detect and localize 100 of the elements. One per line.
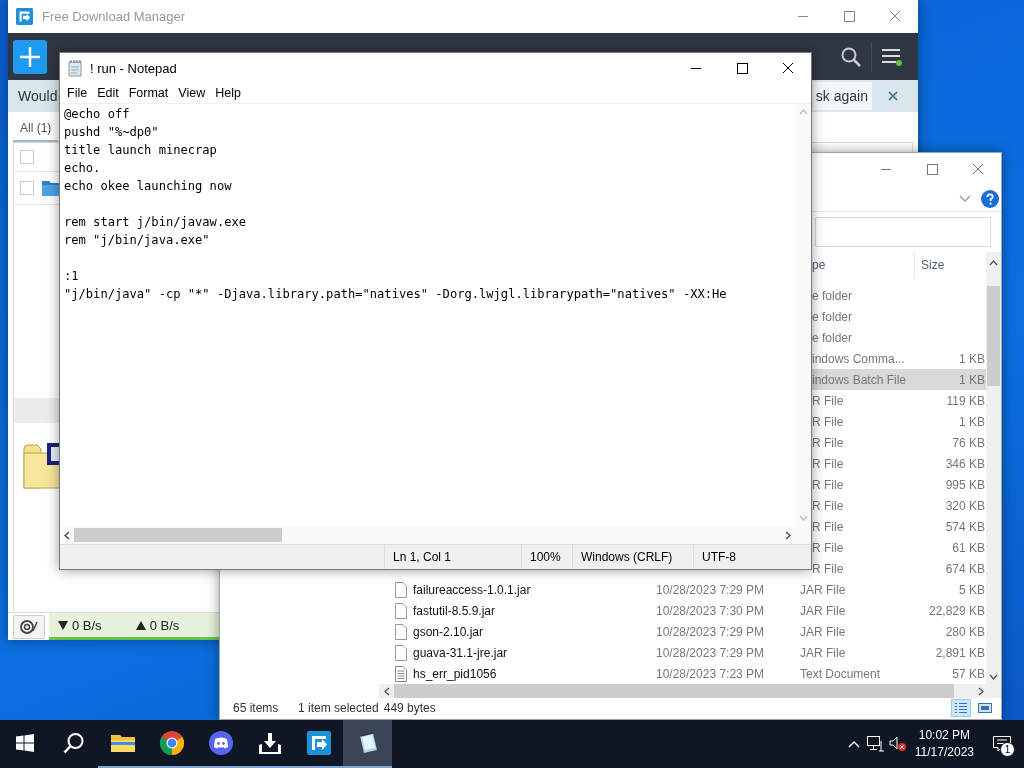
file-icon — [395, 644, 407, 661]
file-type: JAR File — [800, 624, 846, 639]
search-icon[interactable] — [62, 732, 85, 754]
file-type: R File — [812, 414, 844, 429]
scroll-left-icon[interactable] — [384, 686, 390, 696]
vertical-scrollbar[interactable] — [986, 252, 1001, 684]
file-row[interactable]: gson-2.10.jar 10/28/2023 7:29 PM JAR File 280 KB — [379, 621, 986, 642]
menu-item[interactable]: Format — [123, 86, 174, 100]
checkbox[interactable] — [20, 150, 34, 164]
file-size: 1 KB — [959, 351, 985, 366]
file-name: guava-31.1-jre.jar — [413, 645, 508, 660]
app-logo-icon — [16, 8, 33, 25]
file-row[interactable]: hs_err_pid1056 10/28/2023 7:23 PM Text Document 57 KB — [379, 663, 986, 684]
file-size: 22,829 KB — [928, 603, 985, 618]
column-header[interactable]: pe — [812, 258, 826, 272]
file-size: 346 KB — [945, 456, 985, 471]
file-row[interactable]: R File 119 KB — [811, 390, 986, 411]
checkbox[interactable] — [20, 181, 34, 195]
file-type: e folder — [812, 330, 853, 345]
menu-item[interactable]: Edit — [92, 86, 124, 100]
scrollbar-thumb[interactable] — [987, 286, 1000, 386]
file-row[interactable]: failureaccess-1.0.1.jar 10/28/2023 7:29 PM JAR File 5 KB — [379, 579, 986, 600]
status-text: 100% — [530, 550, 561, 564]
selection-size: 449 bytes — [383, 701, 436, 715]
file-type: JAR File — [800, 603, 846, 618]
help-icon[interactable] — [981, 189, 999, 208]
network-icon[interactable] — [866, 736, 885, 752]
download-arrow-icon — [58, 620, 68, 630]
taskbar-app-button[interactable] — [343, 720, 392, 768]
notification-count: 1 — [1000, 742, 1015, 757]
file-name: failureaccess-1.0.1.jar — [413, 582, 531, 597]
file-icon — [395, 623, 407, 640]
menu-item[interactable]: File — [62, 86, 93, 100]
menu-item[interactable]: Help — [210, 86, 246, 100]
start-icon[interactable] — [15, 734, 34, 752]
file-type: R File — [812, 519, 844, 534]
horizontal-scrollbar[interactable] — [379, 684, 1001, 698]
scroll-right-icon[interactable] — [785, 530, 791, 540]
maximize-icon[interactable] — [736, 62, 748, 74]
file-type: R File — [812, 561, 844, 576]
clock-time: 10:02 PM — [918, 727, 971, 744]
menu-item[interactable]: View — [173, 86, 211, 100]
text-editor[interactable]: @echo off pushd "%~dp0" title launch minecrap echo. echo okee launching now rem start j/bin/javaw.exe rem "j/bin/java.exe" :1 "j/bin/java" -cp "*" -Djava.library.path="natives" -Dorg.lwjgl.librarypath="natives" -XX:He — [60, 104, 795, 526]
file-row[interactable]: R File 346 KB — [811, 453, 986, 474]
file-row[interactable]: indows Comma... 1 KB — [811, 348, 986, 369]
caret-up-icon[interactable] — [847, 740, 860, 748]
file-size: 1 KB — [959, 414, 985, 429]
file-row[interactable]: R File 1 KB — [811, 411, 986, 432]
file-type: JAR File — [800, 645, 846, 660]
banner-button[interactable]: sk again — [812, 82, 872, 110]
window-title: Free Download Manager — [42, 9, 186, 24]
chevron-down-icon[interactable] — [959, 194, 971, 203]
muted-speaker-icon[interactable] — [888, 736, 907, 752]
file-type: R File — [812, 456, 844, 471]
file-size: 995 KB — [945, 477, 985, 492]
file-size: 1 KB — [959, 372, 985, 387]
file-row[interactable]: R File 76 KB — [811, 432, 986, 453]
file-size: 119 KB — [946, 393, 985, 408]
scroll-up-icon[interactable] — [989, 260, 998, 266]
file-type: indows Batch File — [812, 372, 907, 387]
add-button[interactable] — [13, 39, 47, 74]
search-icon[interactable] — [841, 46, 861, 67]
status-text: UTF-8 — [702, 550, 736, 564]
file-row[interactable]: R File 674 KB — [811, 558, 986, 579]
app-logo-icon — [306, 731, 331, 755]
file-row[interactable]: e folder — [811, 327, 986, 348]
file-row[interactable]: R File 995 KB — [811, 474, 986, 495]
menu-icon[interactable] — [881, 46, 903, 67]
details-view-button[interactable] — [951, 699, 971, 717]
file-row[interactable]: R File 320 KB — [811, 495, 986, 516]
file-size: 574 KB — [945, 519, 985, 534]
file-row[interactable]: guava-31.1-jre.jar 10/28/2023 7:29 PM JAR File 2,891 KB — [379, 642, 986, 663]
speed-mode-button[interactable] — [13, 615, 45, 639]
file-icon — [395, 581, 407, 598]
file-row[interactable]: R File 61 KB — [811, 537, 986, 558]
status-text: Windows (CRLF) — [581, 550, 673, 564]
file-size: 280 KB — [945, 624, 985, 639]
file-row[interactable]: R File 574 KB — [811, 516, 986, 537]
file-row[interactable]: e folder — [811, 306, 986, 327]
file-size: 674 KB — [945, 561, 985, 576]
search-field[interactable] — [815, 217, 991, 247]
horizontal-scrollbar[interactable] — [60, 526, 811, 544]
snail-icon — [19, 619, 39, 635]
notification-icon[interactable] — [993, 736, 1011, 752]
file-size: 320 KB — [945, 498, 985, 513]
thumbnail-view-icon[interactable] — [978, 702, 992, 714]
scroll-left-icon[interactable] — [64, 530, 70, 540]
close-icon[interactable] — [782, 62, 794, 74]
file-row[interactable]: e folder — [811, 285, 986, 306]
file-name: fastutil-8.5.9.jar — [413, 603, 496, 618]
scroll-right-icon[interactable] — [978, 686, 984, 696]
file-type: e folder — [812, 288, 853, 303]
selection-count: 1 item selected — [298, 701, 379, 715]
clock[interactable]: 10:02 PM 11/17/2023 — [910, 727, 982, 761]
file-type: e folder — [812, 309, 853, 324]
item-count: 65 items — [233, 701, 280, 715]
file-row[interactable]: fastutil-8.5.9.jar 10/28/2023 7:30 PM JAR File 22,829 KB — [379, 600, 986, 621]
file-type: JAR File — [800, 582, 846, 597]
file-name: hs_err_pid1056 — [413, 666, 497, 681]
scroll-down-icon[interactable] — [989, 674, 998, 680]
